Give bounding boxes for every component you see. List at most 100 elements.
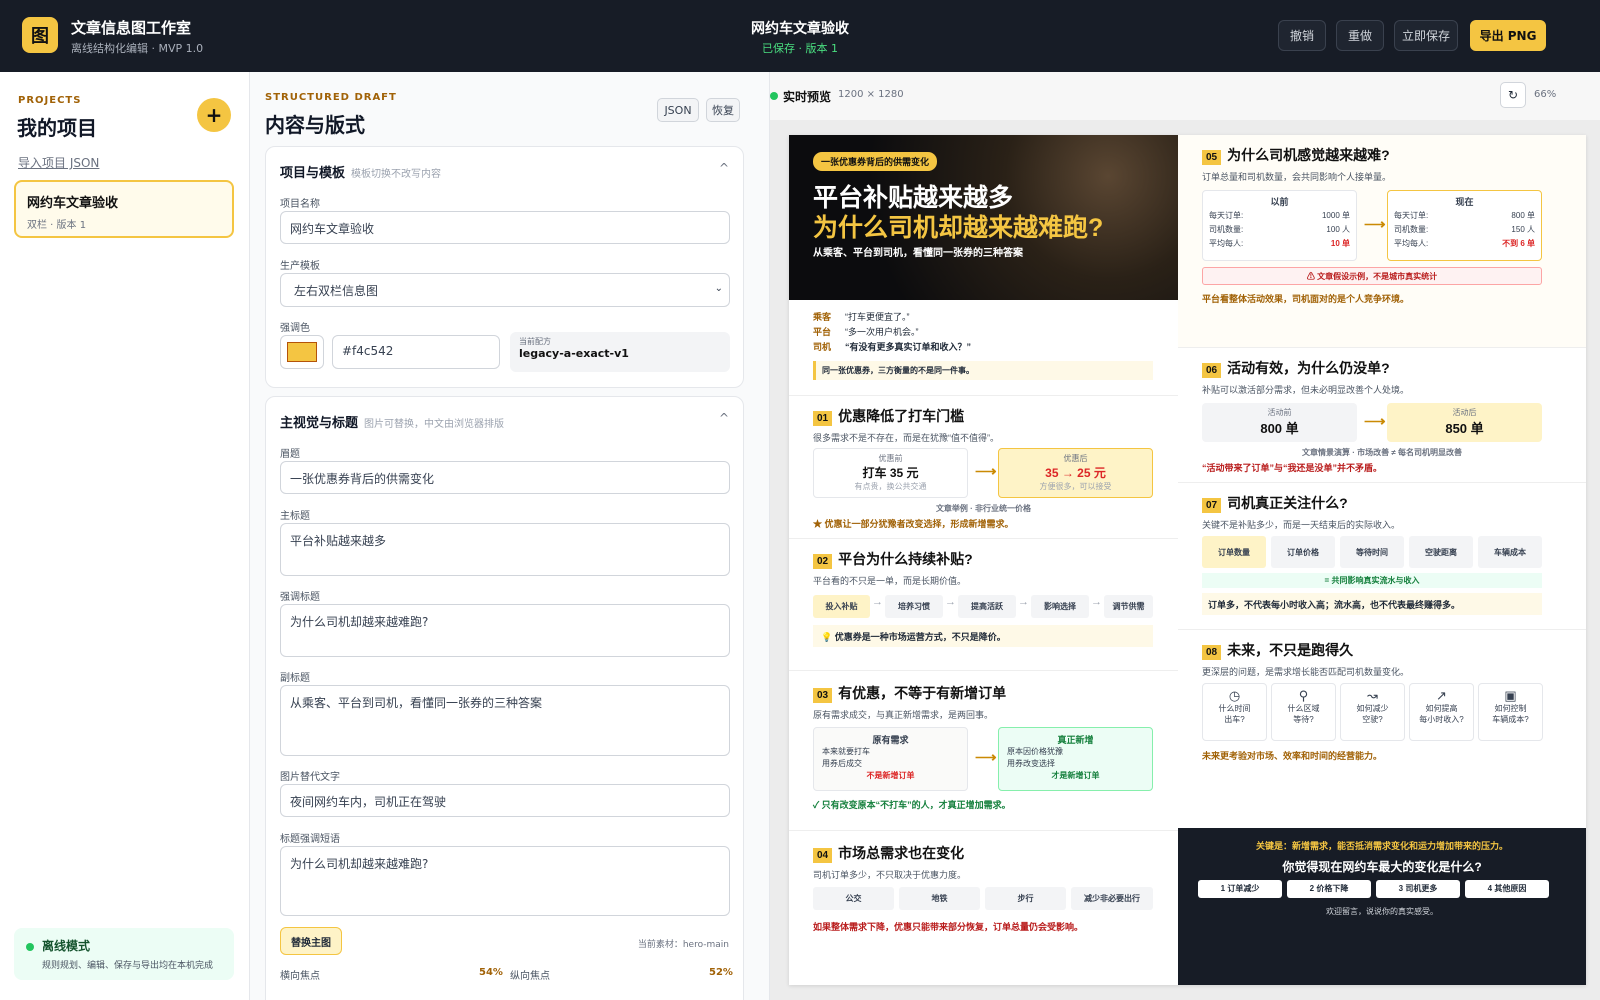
poll-option[interactable]: 1 订单减少 — [1198, 880, 1282, 898]
editor-title: 内容与版式 — [265, 113, 365, 137]
poll-option[interactable]: 3 司机更多 — [1376, 880, 1460, 898]
collapse-icon[interactable]: ^ — [719, 411, 729, 425]
hero-eyebrow: 一张优惠券背后的供需变化 — [813, 152, 938, 171]
voices-list: 乘客 “打车更便宜了。” 平台 “多一次用户机会。” 司机 “有没有更多真实订单和收入… — [813, 312, 972, 352]
main-title-textarea[interactable]: 平台补贴越来越多 — [280, 523, 730, 576]
offline-title: 离线模式 — [42, 939, 91, 953]
offline-mode-card: 离线模式 规则规划、编辑、保存与导出均在本机完成 — [14, 928, 234, 980]
hero-image: 一张优惠券背后的供需变化 平台补贴越来越多 为什么司机却越来越难跑? 从乘客、平… — [789, 135, 1178, 300]
alt-text-label: 图片替代文字 — [280, 772, 340, 783]
zoom-level: 66% — [1534, 89, 1557, 100]
status-dot — [26, 943, 34, 951]
refresh-icon[interactable]: ↻ — [1500, 82, 1526, 108]
emphasis-textarea[interactable]: 为什么司机却越来越难跑? — [280, 846, 730, 916]
location-icon: ⚲ — [1298, 688, 1309, 703]
income-bar: = 共同影响真实流水与收入 — [1202, 573, 1542, 588]
section-desc: 平台看的不只是一单，而是长期价值。 — [813, 576, 967, 586]
before-card: 优惠前 打车 35 元 有点贵，换公共交通 — [813, 448, 968, 498]
chevron-down-icon: ⌄ — [714, 283, 723, 294]
section-title: 02 平台为什么持续补贴? — [813, 549, 973, 569]
main-title-label: 主标题 — [280, 511, 310, 522]
poll-option[interactable]: 2 价格下降 — [1287, 880, 1371, 898]
section-title: 08 未来，不只是跑得久 — [1202, 640, 1353, 660]
question-card: ↝ 如何减少 空驶? — [1340, 683, 1405, 741]
flow-step: 提高活跃 — [958, 595, 1016, 618]
restore-button[interactable]: 恢复 — [706, 98, 740, 122]
alt-text-input[interactable]: 夜间网约车内，司机正在驾驶 — [280, 784, 730, 817]
save-button[interactable]: 立即保存 — [1394, 20, 1458, 51]
undo-button[interactable]: 撤销 — [1278, 20, 1326, 51]
alternative-chip: 减少非必要出行 — [1071, 887, 1153, 910]
section-desc: 原有需求成交，与真正新增需求，是两回事。 — [813, 710, 994, 720]
question-card: ◷ 什么时间 出车? — [1202, 683, 1267, 741]
section-desc: 关键不是补贴多少，而是一天结束后的实际收入。 — [1202, 520, 1401, 530]
factor-chip: 车辆成本 — [1478, 536, 1542, 568]
section-desc: 更深层的问题，是需求增长能否匹配司机数量变化。 — [1202, 667, 1410, 677]
eyebrow-input[interactable]: 一张优惠券背后的供需变化 — [280, 461, 730, 494]
factor-chip: 空驶距离 — [1409, 536, 1473, 568]
eyebrow-label: 眉题 — [280, 449, 300, 460]
import-json-link[interactable]: 导入项目 JSON — [18, 154, 99, 171]
redo-button[interactable]: 重做 — [1336, 20, 1384, 51]
template-select[interactable]: 左右双栏信息图 ⌄ — [280, 273, 730, 307]
accent-swatch[interactable] — [280, 335, 324, 369]
voices-section: 乘客 “打车更便宜了。” 平台 “多一次用户机会。” 司机 “有没有更多真实订单和收入… — [789, 300, 1178, 396]
focus-x-value: 54% — [479, 967, 503, 978]
section-02: 02 平台为什么持续补贴? 平台看的不只是一单，而是长期价值。 投入补贴 → 培养… — [789, 539, 1178, 671]
section-01: 01 优惠降低了打车门槛 很多需求不是不存在，而是在犹豫“值不值得”。 优惠前 打… — [789, 396, 1178, 539]
section-note: ✓ 只有改变原本“不打车”的人，才真正增加需求。 — [813, 800, 1011, 810]
accent-title-textarea[interactable]: 为什么司机却越来越难跑? — [280, 604, 730, 657]
sidebar-title: 我的项目 — [17, 116, 97, 140]
section-title: 03 有优惠，不等于有新增订单 — [813, 683, 1006, 703]
recipe-value: legacy-a-exact-v1 — [519, 347, 629, 360]
factor-chip: 订单价格 — [1271, 536, 1335, 568]
export-png-button[interactable]: 导出 PNG — [1470, 20, 1546, 51]
emphasis-label: 标题强调短语 — [280, 834, 340, 845]
panel-title: 项目与模板 模板切换不改写内容 — [280, 166, 442, 181]
recipe-label: 当前配方 — [519, 337, 551, 346]
project-card[interactable]: 网约车文章验收 双栏 · 版本 1 — [14, 180, 234, 238]
add-project-button[interactable]: + — [197, 98, 231, 132]
calc-caption: 文章情景演算 · 市场改善 ≠ 每名司机明显改善 — [1302, 448, 1462, 457]
collapse-icon[interactable]: ^ — [719, 161, 729, 175]
section-note: 平台看整体活动效果，司机面对的是个人竞争环境。 — [1202, 294, 1410, 304]
poll-option[interactable]: 4 其他原因 — [1465, 880, 1549, 898]
factor-chip: 订单数量 — [1202, 536, 1266, 568]
section-07: 07 司机真正关注什么? 关键不是补贴多少，而是一天结束后的实际收入。 订单数量 … — [1178, 483, 1586, 630]
flow-step: 调节供需 — [1104, 595, 1153, 618]
factor-chip: 等待时间 — [1340, 536, 1404, 568]
template-label: 生产模板 — [280, 261, 320, 272]
section-note: “活动带来了订单”与“我还是没单”并不矛盾。 — [1202, 463, 1383, 473]
before-activity-card: 活动前 800 单 — [1202, 403, 1357, 442]
section-title: 06 活动有效，为什么仍没单? — [1202, 358, 1390, 378]
json-button[interactable]: JSON — [657, 98, 699, 122]
question-card: ↗ 如何提高 每小时收入? — [1409, 683, 1474, 741]
flow-step: 投入补贴 — [813, 595, 870, 618]
arrow-right-icon: ⟶ — [975, 463, 997, 480]
project-name-input[interactable]: 网约车文章验收 — [280, 211, 730, 244]
section-note: 订单多，不代表每小时收入高；流水高，也不代表最终赚得多。 — [1202, 593, 1542, 615]
section-note: ★ 优惠让一部分犹豫者改变选择，形成新增需求。 — [813, 519, 1014, 529]
footer-cta-text: 欢迎留言，说说你的真实感受。 — [1326, 907, 1438, 916]
question-card: ⚲ 什么区域 等待? — [1271, 683, 1336, 741]
footer-question: 你觉得现在网约车最大的变化是什么? — [1282, 860, 1482, 874]
wallet-icon: ▣ — [1504, 688, 1517, 703]
replace-image-button[interactable]: 替换主图 — [280, 927, 342, 955]
project-meta: 双栏 · 版本 1 — [27, 220, 87, 231]
project-name: 网约车文章验收 — [27, 196, 119, 211]
section-03: 03 有优惠，不等于有新增订单 原有需求成交，与真正新增需求，是两回事。 原有需求… — [789, 671, 1178, 831]
hero-accent-title: 为什么司机却越来越难跑? — [813, 214, 1104, 242]
alternative-chip: 步行 — [985, 887, 1066, 910]
section-05: 05 为什么司机感觉越来越难? 订单总量和司机数量，会共同影响个人接单量。 以前 … — [1178, 135, 1586, 348]
preview-size: 1200 × 1280 — [838, 89, 904, 100]
preview-pane: 实时预览 1200 × 1280 ↻ 66% 一张优惠券背后的供需变化 平台补贴… — [770, 72, 1600, 1000]
section-note: 如果整体需求下降，优惠只能带来部分恢复，订单总量仍会受影响。 — [813, 922, 1084, 932]
focus-y-label: 纵向焦点 — [510, 971, 550, 982]
accent-hex-input[interactable]: #f4c542 — [332, 335, 500, 369]
new-demand-card: 真正新增 原本因价格犹豫 用券改变选择 才是新增订单 — [998, 727, 1153, 791]
alternative-chip: 公交 — [813, 887, 894, 910]
section-note: 未来更考验对市场、效率和时间的经营能力。 — [1202, 751, 1383, 761]
section-title: 04 市场总需求也在变化 — [813, 843, 964, 863]
subtitle-textarea[interactable]: 从乘客、平台到司机，看懂同一张券的三种答案 — [280, 685, 730, 756]
footer-lead: 关键是：新增需求，能否抵消需求变化和运力增加带来的压力。 — [1255, 841, 1508, 851]
